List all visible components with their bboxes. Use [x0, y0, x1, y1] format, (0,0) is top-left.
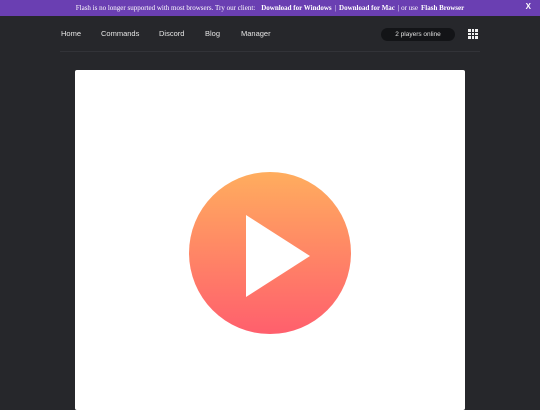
- top-navigation: Home Commands Discord Blog Manager: [0, 16, 540, 51]
- nav-discord[interactable]: Discord: [159, 29, 184, 38]
- banner-message: Flash is no longer supported with most b…: [75, 4, 256, 12]
- flash-browser-link[interactable]: Flash Browser: [421, 4, 464, 12]
- banner-separator: |: [334, 4, 337, 12]
- grid-icon[interactable]: [468, 29, 478, 39]
- download-mac-link[interactable]: Download for Mac: [339, 4, 395, 12]
- download-windows-link[interactable]: Download for Windows: [261, 4, 331, 12]
- nav-commands[interactable]: Commands: [101, 29, 139, 38]
- nav-blog[interactable]: Blog: [205, 29, 220, 38]
- nav-divider: [60, 51, 480, 52]
- close-banner-button[interactable]: X: [526, 2, 531, 11]
- flash-notice-banner: Flash is no longer supported with most b…: [0, 0, 540, 16]
- players-online-badge: 2 players online: [381, 28, 455, 41]
- banner-or-use-text: | or use: [397, 4, 418, 12]
- game-panel: [75, 70, 465, 410]
- nav-home[interactable]: Home: [61, 29, 81, 38]
- play-icon[interactable]: [189, 172, 351, 334]
- nav-manager[interactable]: Manager: [241, 29, 271, 38]
